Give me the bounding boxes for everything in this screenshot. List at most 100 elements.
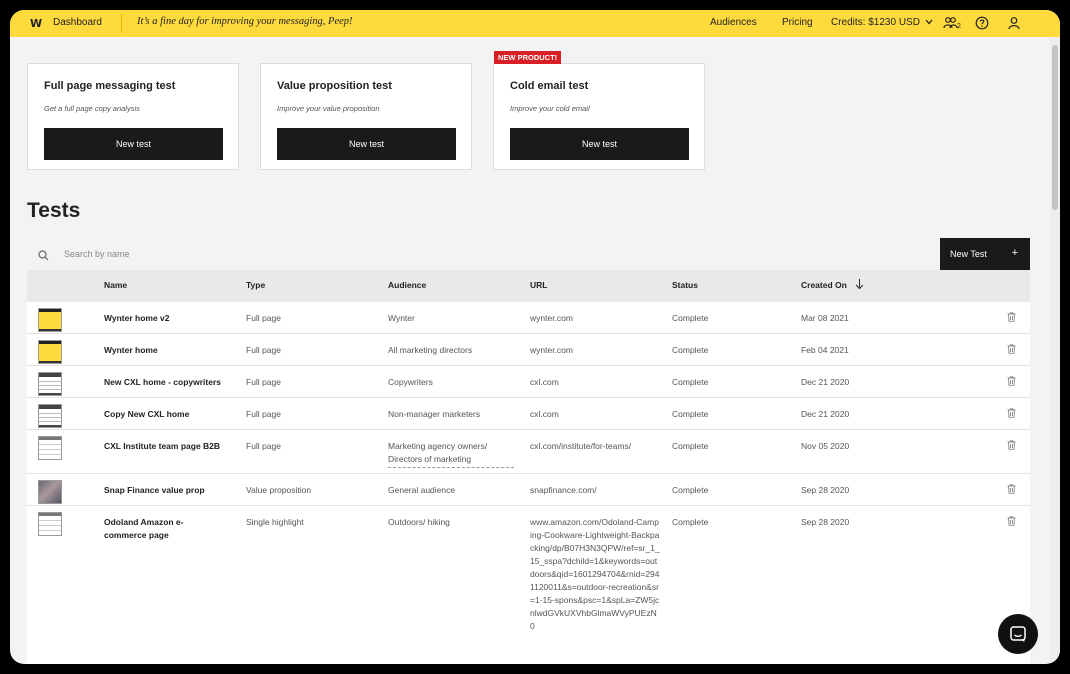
wynter-logo[interactable]: W xyxy=(30,17,42,30)
search-input[interactable] xyxy=(56,242,356,266)
test-audience: All marketing directors xyxy=(388,345,473,355)
test-status: Complete xyxy=(672,377,709,387)
table-row[interactable]: Snap Finance value prop Value propositio… xyxy=(27,474,1030,506)
column-header-name[interactable]: Name xyxy=(104,280,127,290)
trash-icon[interactable] xyxy=(1007,344,1016,358)
page-title: Tests xyxy=(27,199,81,222)
search-icon xyxy=(38,248,49,266)
page-thumbnail xyxy=(38,404,62,428)
test-created: Sep 28 2020 xyxy=(801,517,850,527)
chevron-down-icon xyxy=(925,17,933,28)
card-subtitle: Get a full page copy analysis xyxy=(44,104,140,113)
chat-launcher-button[interactable] xyxy=(998,614,1038,654)
trash-icon[interactable] xyxy=(1007,516,1016,530)
test-audience: General audience xyxy=(388,485,456,495)
test-created: Nov 05 2020 xyxy=(801,441,850,451)
scrollbar-thumb[interactable] xyxy=(1052,45,1058,210)
card-title: Value proposition test xyxy=(277,80,392,92)
team-button[interactable]: 2 xyxy=(942,14,961,32)
vertical-scrollbar[interactable] xyxy=(1050,37,1060,664)
card-subtitle: Improve your cold email xyxy=(510,104,590,113)
new-full-page-test-button[interactable]: New test xyxy=(44,128,223,160)
test-status: Complete xyxy=(672,441,709,451)
help-button[interactable] xyxy=(973,14,991,32)
credits-dropdown[interactable]: Credits: $1230 USD xyxy=(831,17,933,28)
test-audience: Marketing agency owners/ Directors of ma… xyxy=(388,440,514,468)
table-row[interactable]: CXL Institute team page B2B Full page Ma… xyxy=(27,430,1030,474)
test-name[interactable]: Wynter home xyxy=(104,344,158,357)
page-thumbnail xyxy=(38,340,62,364)
trash-icon[interactable] xyxy=(1007,408,1016,422)
account-button[interactable] xyxy=(1005,14,1023,32)
test-name[interactable]: Odoland Amazon e-commerce page xyxy=(104,516,214,542)
test-type: Single highlight xyxy=(246,517,304,527)
table-header: Name Type Audience URL Status Created On xyxy=(27,270,1030,302)
credits-label: Credits: $1230 USD xyxy=(831,17,920,28)
test-name[interactable]: Snap Finance value prop xyxy=(104,484,205,497)
table-row[interactable]: Wynter home v2 Full page Wynter wynter.c… xyxy=(27,302,1030,334)
test-name[interactable]: Copy New CXL home xyxy=(104,408,189,421)
sort-descending-icon[interactable] xyxy=(855,278,864,292)
table-row[interactable]: Odoland Amazon e-commerce page Single hi… xyxy=(27,506,1030,664)
column-header-created[interactable]: Created On xyxy=(801,280,847,290)
test-name[interactable]: CXL Institute team page B2B xyxy=(104,440,220,453)
test-created: Dec 21 2020 xyxy=(801,409,850,419)
card-subtitle: Improve your value proposition xyxy=(277,104,380,113)
new-cold-email-test-button[interactable]: New test xyxy=(510,128,689,160)
new-test-button[interactable]: New Test + xyxy=(940,238,1030,270)
user-icon xyxy=(1008,17,1020,30)
team-count: 2 xyxy=(957,23,961,30)
test-name[interactable]: New CXL home - copywriters xyxy=(104,376,221,389)
column-header-type[interactable]: Type xyxy=(246,280,265,290)
test-type: Full page xyxy=(246,345,281,355)
test-name[interactable]: Wynter home v2 xyxy=(104,312,170,325)
test-type: Full page xyxy=(246,313,281,323)
table-row[interactable]: Wynter home Full page All marketing dire… xyxy=(27,334,1030,366)
help-icon xyxy=(975,16,989,30)
test-created: Mar 08 2021 xyxy=(801,313,849,323)
full-page-test-card: Full page messaging test Get a full page… xyxy=(27,63,239,170)
test-url: cxl.com/institute/for-teams/ xyxy=(530,441,632,451)
column-header-url[interactable]: URL xyxy=(530,280,547,290)
test-created: Feb 04 2021 xyxy=(801,345,849,355)
test-type: Full page xyxy=(246,409,281,419)
test-type: Full page xyxy=(246,377,281,387)
test-status: Complete xyxy=(672,313,709,323)
page-thumbnail xyxy=(38,512,62,536)
value-prop-test-card: Value proposition test Improve your valu… xyxy=(260,63,472,170)
new-value-prop-test-button[interactable]: New test xyxy=(277,128,456,160)
test-status: Complete xyxy=(672,345,709,355)
trash-icon[interactable] xyxy=(1007,440,1016,454)
new-test-label: New Test xyxy=(950,249,987,259)
table-row[interactable]: New CXL home - copywriters Full page Cop… xyxy=(27,366,1030,398)
test-status: Complete xyxy=(672,485,709,495)
audiences-link[interactable]: Audiences xyxy=(710,17,757,28)
greeting-text: It’s a fine day for improving your messa… xyxy=(137,16,353,27)
test-status: Complete xyxy=(672,517,709,527)
test-audience: Non-manager marketers xyxy=(388,409,481,419)
dashboard-link[interactable]: Dashboard xyxy=(53,17,102,28)
column-header-audience[interactable]: Audience xyxy=(388,280,426,290)
column-header-status[interactable]: Status xyxy=(672,280,698,290)
chat-icon xyxy=(1010,626,1026,642)
page-thumbnail xyxy=(38,436,62,460)
trash-icon[interactable] xyxy=(1007,376,1016,390)
card-title: Full page messaging test xyxy=(44,80,176,92)
pricing-link[interactable]: Pricing xyxy=(782,17,813,28)
trash-icon[interactable] xyxy=(1007,312,1016,326)
test-url: wynter.com xyxy=(530,345,573,355)
test-audience: Copywriters xyxy=(388,377,433,387)
test-url: wynter.com xyxy=(530,313,573,323)
cold-email-test-card: Cold email test Improve your cold email … xyxy=(493,63,705,170)
test-url: snapfinance.com/ xyxy=(530,485,597,495)
page-thumbnail xyxy=(38,372,62,396)
new-product-badge: NEW PRODUCT! xyxy=(494,51,562,64)
test-type: Value proposition xyxy=(246,485,312,495)
test-created: Dec 21 2020 xyxy=(801,377,850,387)
test-created: Sep 28 2020 xyxy=(801,485,850,495)
test-url: cxl.com xyxy=(530,409,559,419)
card-title: Cold email test xyxy=(510,80,589,92)
trash-icon[interactable] xyxy=(1007,484,1016,498)
tests-table: Wynter home v2 Full page Wynter wynter.c… xyxy=(27,302,1030,664)
table-row[interactable]: Copy New CXL home Full page Non-manager … xyxy=(27,398,1030,430)
